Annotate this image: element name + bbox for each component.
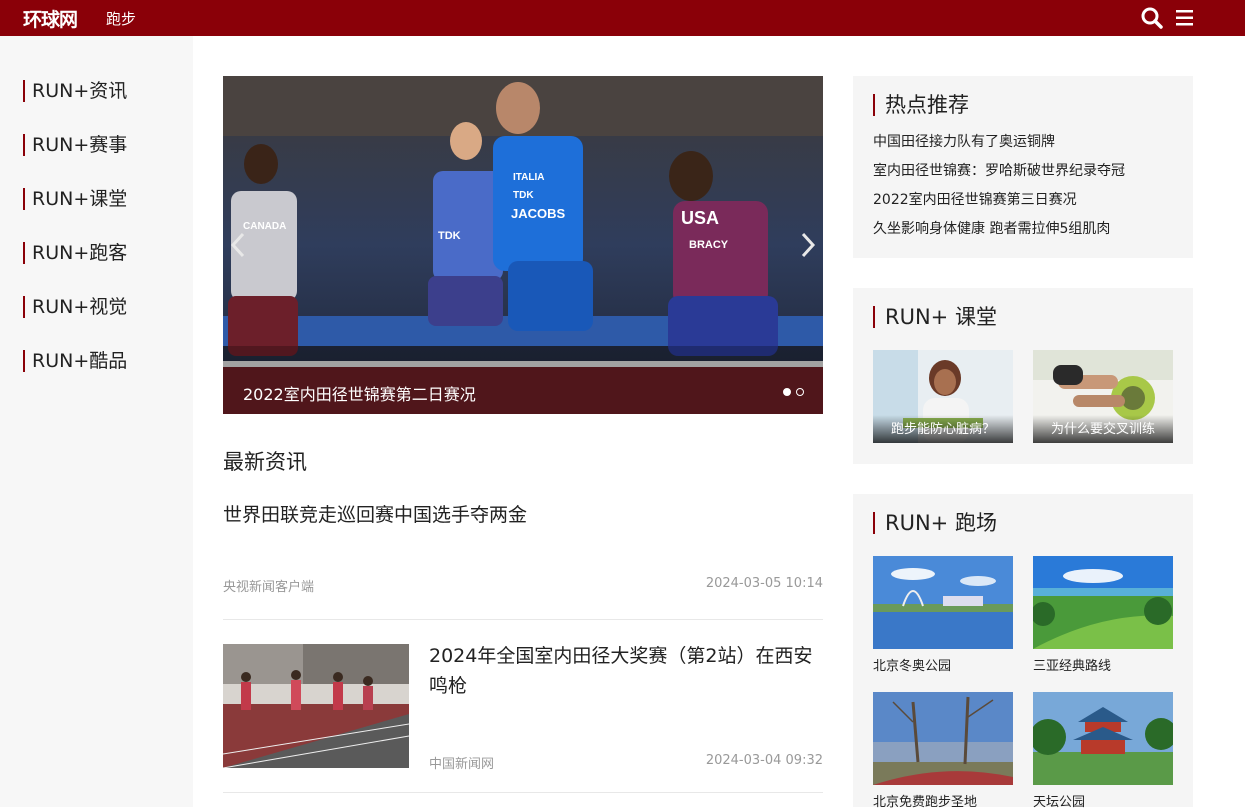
top-navigation-bar: 环球网 跑步 [0,0,1245,36]
venue-thumbnail[interactable] [1033,556,1173,649]
news-item-source: 央视新闻客户端 [223,580,315,595]
carousel-caption[interactable]: 2022室内田径世锦赛第二日赛况 [243,381,476,405]
jersey-label-jacobs: JACOBS [511,206,566,221]
classroom-caption: 跑步能防心脏病？ [873,415,1013,443]
classroom-thumbnail[interactable]: 为什么要交叉训练 [1033,350,1173,443]
news-item-title[interactable]: 世界田联竞走巡回赛中国选手夺两金 [223,500,527,527]
classroom-panel: RUN+ 课堂 跑步能防心脏病？ 为什么要交叉训练 [853,288,1193,464]
news-divider [223,792,823,793]
sidebar-item-events[interactable]: RUN+赛事 [23,134,183,156]
carousel-dot[interactable] [796,388,804,396]
hot-link[interactable]: 中国田径接力队有了奥运铜牌 [873,131,1055,151]
classroom-heading: RUN+ 课堂 [873,306,997,328]
search-icon[interactable] [1140,6,1164,30]
hot-link[interactable]: 久坐影响身体健康 跑者需拉伸5组肌肉 [873,218,1110,238]
classroom-caption: 为什么要交叉训练 [1033,415,1173,443]
venue-label[interactable]: 天坛公园 [1033,791,1085,810]
sidebar-item-news[interactable]: RUN+资讯 [23,80,183,102]
venue-label[interactable]: 北京免费跑步圣地 [873,791,977,810]
chevron-left-icon[interactable] [227,228,251,262]
news-item-source: 中国新闻网 [429,757,495,772]
news-item-thumbnail[interactable] [223,644,409,768]
hot-recommendations-heading: 热点推荐 [873,94,969,116]
classroom-thumbnail[interactable]: 跑步能防心脏病？ [873,350,1013,443]
venues-heading: RUN+ 跑场 [873,512,997,534]
venue-thumbnail[interactable] [873,692,1013,785]
sidebar-item-classroom[interactable]: RUN+课堂 [23,188,183,210]
left-sidebar: RUN+资讯 RUN+赛事 RUN+课堂 RUN+跑客 RUN+视觉 RUN+酷… [0,36,193,807]
sidebar-item-runners[interactable]: RUN+跑客 [23,242,183,264]
venue-label[interactable]: 北京冬奥公园 [873,655,951,674]
site-logo[interactable]: 环球网 [23,5,78,32]
latest-news-heading: 最新资讯 [223,450,307,474]
jersey-label-italia: ITALIA [513,172,544,183]
news-item-title[interactable]: 2024年全国室内田径大奖赛（第2站）在西安鸣枪 [429,641,819,701]
news-item-time: 2024-03-05 10:14 [705,576,823,591]
jersey-label-tdk-2: TDK [513,190,534,201]
jersey-label-usa: USA [681,208,719,228]
sidebar-item-gear[interactable]: RUN+酷品 [23,350,183,372]
jersey-label-tdk: TDK [438,230,461,242]
venue-thumbnail[interactable] [873,556,1013,649]
hot-recommendations-panel: 热点推荐 中国田径接力队有了奥运铜牌 室内田径世锦赛：罗哈斯破世界纪录夺冠 20… [853,76,1193,258]
carousel-dot-active[interactable] [783,388,791,396]
venues-panel: RUN+ 跑场 北京冬奥公园 三亚经典路线 北京免费跑步圣地 天坛公园 [853,494,1193,810]
headline-carousel[interactable]: CANADA TDK ITALIA TDK JACOBS USA BRACY 2… [223,76,823,414]
venue-thumbnail[interactable] [1033,692,1173,785]
chevron-right-icon[interactable] [795,228,819,262]
news-item-time: 2024-03-04 09:32 [705,753,823,768]
channel-link-running[interactable]: 跑步 [106,8,136,29]
carousel-slide-image: CANADA TDK ITALIA TDK JACOBS USA BRACY [223,76,823,414]
venue-label[interactable]: 三亚经典路线 [1033,655,1111,674]
news-divider [223,619,823,620]
hamburger-menu-icon[interactable] [1174,7,1196,29]
hot-link[interactable]: 室内田径世锦赛：罗哈斯破世界纪录夺冠 [873,160,1125,180]
sidebar-item-visual[interactable]: RUN+视觉 [23,296,183,318]
hot-link[interactable]: 2022室内田径世锦赛第三日赛况 [873,189,1077,209]
jersey-label-bracy: BRACY [689,239,729,251]
